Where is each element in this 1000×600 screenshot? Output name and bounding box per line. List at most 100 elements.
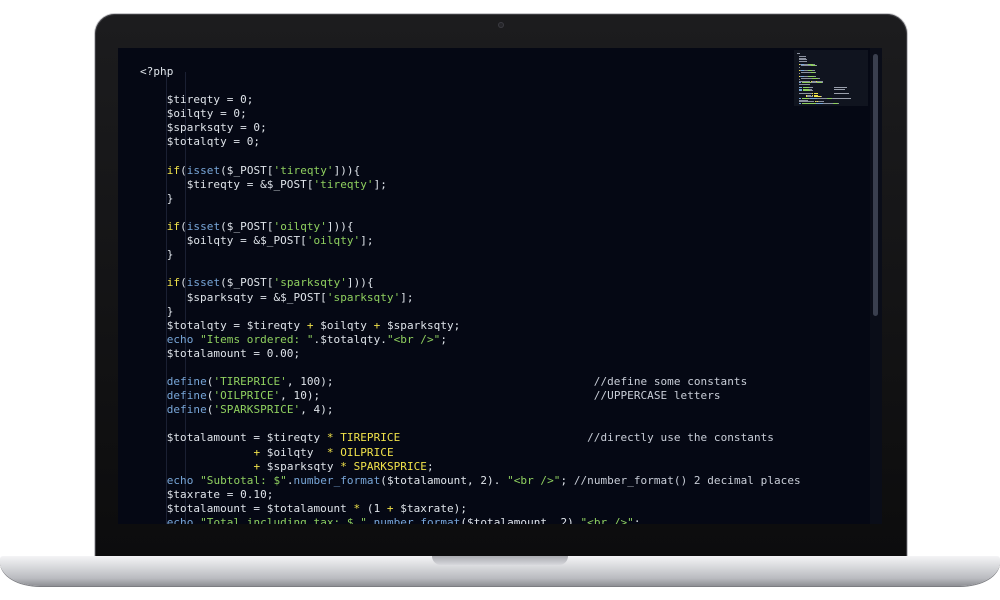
- minimap-line: [799, 60, 807, 62]
- code-token: 'oilqty': [306, 234, 361, 248]
- code-token: ;: [426, 459, 434, 473]
- code-line: $oilqty = 0;: [140, 107, 801, 121]
- code-token: ($totalamount, 2).: [460, 516, 581, 524]
- code-line: define('OILPRICE', 10); //UPPERCASE lett…: [140, 389, 801, 403]
- code-editor-screen: <?php $tireqty = 0; $oilqty = 0; $sparks…: [118, 48, 882, 524]
- minimap-line: [799, 66, 800, 68]
- code-token: *: [340, 459, 347, 473]
- code-token: ];: [373, 177, 387, 191]
- minimap-line: [818, 77, 820, 79]
- code-token: $taxrate);: [393, 501, 468, 515]
- minimap-line: [809, 97, 817, 99]
- code-token: ;: [560, 473, 574, 487]
- code-token: "<br />": [580, 516, 634, 524]
- editor-minimap[interactable]: [794, 50, 868, 106]
- code-token: $totalamount = 0.00;: [140, 346, 301, 360]
- code-token: "<br />": [386, 332, 441, 346]
- code-token: 'SPARKSPRICE': [213, 403, 301, 417]
- code-token: $sparksqty: [260, 459, 341, 473]
- code-token: $totalqty = $tireqty: [140, 318, 307, 332]
- code-token: OILPRICE: [340, 445, 394, 459]
- code-token: "<br />": [507, 473, 561, 487]
- minimap-line: [803, 90, 811, 92]
- code-line: $sparksqty = 0;: [140, 121, 801, 135]
- code-token: $sparksqty;: [380, 318, 461, 332]
- code-token: "Total including tax: $.": [200, 516, 367, 524]
- code-line: if(isset($_POST['sparksqty'])){: [140, 276, 801, 290]
- code-line: if(isset($_POST['oilqty'])){: [140, 220, 801, 234]
- code-token: *: [326, 445, 334, 459]
- code-token: if: [166, 220, 181, 234]
- code-token: if: [166, 276, 181, 290]
- code-token: ];: [400, 290, 414, 304]
- code-token: <?php: [140, 65, 174, 78]
- code-line: define('SPARKSPRICE', 4);: [140, 403, 801, 417]
- minimap-line: [821, 82, 823, 84]
- code-token: }: [140, 248, 174, 262]
- code-line: <?php: [140, 65, 801, 79]
- code-token: $totalamount = $tireqty: [140, 431, 327, 445]
- scrollbar-thumb[interactable]: [873, 54, 878, 316]
- code-token: }: [140, 191, 174, 205]
- code-token: isset: [186, 220, 221, 234]
- code-token: TIREPRICE: [340, 431, 401, 445]
- code-token: ])){: [326, 220, 354, 234]
- minimap-line: [815, 71, 817, 73]
- editor-scrollbar[interactable]: [870, 48, 882, 524]
- code-token: , 4);: [300, 403, 334, 417]
- code-token: //directly use the constants: [587, 431, 774, 445]
- code-line: if(isset($_POST['tireqty'])){: [140, 164, 801, 178]
- code-token: //number_format() 2 decimal places: [573, 473, 801, 487]
- code-editor-text[interactable]: <?php $tireqty = 0; $oilqty = 0; $sparks…: [140, 65, 801, 524]
- code-token: isset: [186, 163, 221, 177]
- code-line: $oilqty = &$_POST['oilqty'];: [140, 234, 801, 248]
- code-token: (: [180, 163, 187, 177]
- minimap-line: [816, 97, 827, 99]
- code-line: $tireqty = 0;: [140, 93, 801, 107]
- code-line: $totalamount = 0.00;: [140, 347, 801, 361]
- code-line: echo "Total including tax: $.".number_fo…: [140, 516, 801, 524]
- code-token: //UPPERCASE letters: [593, 389, 721, 403]
- code-token: ($_POST[: [220, 163, 274, 177]
- code-line: + $oilqty * OILPRICE: [140, 446, 801, 460]
- code-token: ];: [360, 234, 374, 248]
- laptop-opening-notch: [432, 556, 568, 565]
- code-token: , 100);: [286, 375, 594, 389]
- minimap-line: [834, 88, 845, 90]
- code-line: $totalamount = $tireqty * TIREPRICE //di…: [140, 431, 801, 445]
- code-token: , 10);: [280, 389, 594, 403]
- minimap-line: [800, 77, 813, 79]
- code-line: $totalqty = 0;: [140, 135, 801, 149]
- minimap-line: [799, 84, 811, 85]
- code-line: define('TIREPRICE', 100); //define some …: [140, 375, 801, 389]
- code-token: (1: [360, 501, 387, 515]
- minimap-line: [833, 93, 850, 95]
- code-line: echo "Subtotal: $".number_format($totala…: [140, 474, 801, 488]
- code-token: isset: [186, 276, 221, 290]
- code-line: }: [140, 192, 801, 206]
- code-line: }: [140, 305, 801, 319]
- code-token: define: [166, 403, 207, 417]
- code-token: "Items ordered: ": [200, 332, 314, 346]
- minimap-line: [832, 97, 852, 99]
- laptop-mockup: <?php $tireqty = 0; $oilqty = 0; $sparks…: [0, 0, 1000, 600]
- code-token: (: [180, 220, 187, 234]
- code-token: $sparksqty = &$_POST[: [140, 290, 327, 304]
- code-line: $totalamount = $totalamount * (1 + $taxr…: [140, 502, 801, 516]
- code-token: //define some constants: [593, 375, 748, 389]
- code-token: $oilqty = 0;: [140, 107, 247, 121]
- code-token: define: [166, 389, 207, 403]
- code-token: 'TIREPRICE': [213, 375, 287, 389]
- minimap-line: [800, 65, 812, 67]
- code-token: ;: [633, 516, 641, 524]
